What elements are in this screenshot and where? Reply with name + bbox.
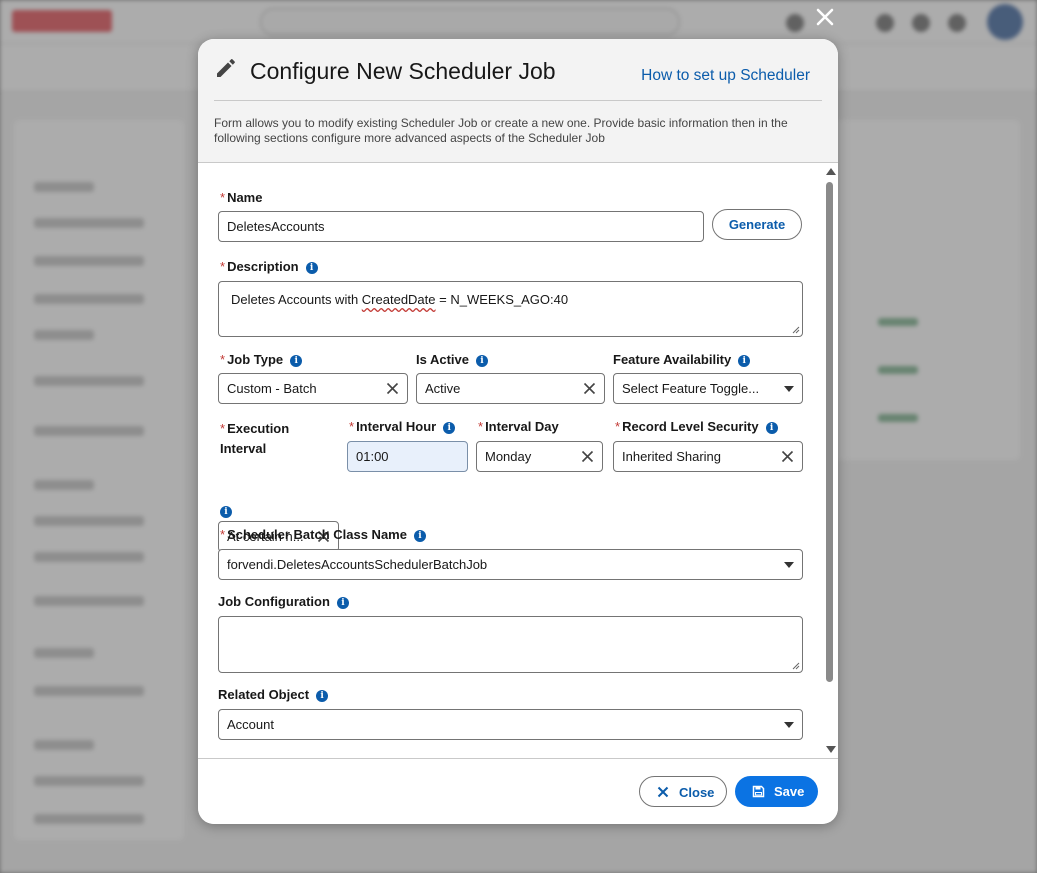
modal-body: * Name DeletesAccounts Generate * Descript… xyxy=(198,164,838,758)
header-divider xyxy=(214,100,822,101)
related-object-label: Related Object i xyxy=(218,687,329,702)
record-level-security-label: * Record Level Security i xyxy=(615,419,778,434)
scroll-down-icon[interactable] xyxy=(826,746,836,753)
info-icon[interactable]: i xyxy=(765,422,778,434)
close-icon xyxy=(657,786,669,798)
clear-icon[interactable] xyxy=(583,382,596,395)
clear-icon[interactable] xyxy=(581,450,594,463)
dismiss-modal-icon[interactable] xyxy=(813,6,837,30)
feature-availability-label: Feature Availability i xyxy=(613,352,751,367)
record-level-security-combobox[interactable]: Inherited Sharing xyxy=(613,441,803,472)
scroll-up-icon[interactable] xyxy=(826,168,836,175)
resize-handle-icon[interactable] xyxy=(792,326,800,334)
related-object-select[interactable]: Account xyxy=(218,709,803,740)
scrollbar-thumb[interactable] xyxy=(826,182,833,682)
interval-day-label: * Interval Day xyxy=(478,419,559,434)
execution-interval-label: * Execution Interval xyxy=(220,421,290,456)
description-textarea[interactable]: Deletes Accounts with CreatedDate = N_WE… xyxy=(218,281,803,337)
info-icon[interactable]: i xyxy=(413,530,426,542)
interval-hour-input[interactable]: 01:00 xyxy=(347,441,468,472)
scheduler-job-modal: Configure New Scheduler Job How to set u… xyxy=(198,39,838,824)
chevron-down-icon[interactable] xyxy=(784,386,794,392)
info-icon[interactable]: i xyxy=(336,597,349,609)
batch-class-label: * Scheduler Batch Class Name i xyxy=(220,527,426,542)
save-icon xyxy=(752,785,765,798)
info-icon[interactable]: i xyxy=(220,506,232,518)
pencil-icon xyxy=(217,59,235,77)
clear-icon[interactable] xyxy=(386,382,399,395)
info-icon[interactable]: i xyxy=(476,355,488,367)
help-link[interactable]: How to set up Scheduler xyxy=(641,67,810,85)
job-type-label: * Job Type i xyxy=(220,352,303,367)
job-configuration-label: Job Configuration i xyxy=(218,594,349,609)
is-active-combobox[interactable]: Active xyxy=(416,373,605,404)
modal-title: Configure New Scheduler Job xyxy=(250,58,556,84)
scrollbar[interactable] xyxy=(824,164,836,758)
job-configuration-textarea[interactable] xyxy=(218,616,803,673)
resize-handle-icon[interactable] xyxy=(792,662,800,670)
batch-class-select[interactable]: forvendi.DeletesAccountsSchedulerBatchJo… xyxy=(218,549,803,580)
modal-description: Form allows you to modify existing Sched… xyxy=(214,116,788,145)
feature-availability-select[interactable]: Select Feature Toggle... xyxy=(613,373,803,404)
clear-icon[interactable] xyxy=(781,450,794,463)
chevron-down-icon[interactable] xyxy=(784,562,794,568)
interval-hour-label: * Interval Hour i xyxy=(349,419,456,434)
info-icon[interactable]: i xyxy=(316,690,329,702)
modal-footer: Close Save xyxy=(198,758,838,824)
is-active-label: Is Active i xyxy=(416,352,488,367)
save-button[interactable]: Save xyxy=(735,776,818,807)
info-icon[interactable]: i xyxy=(305,262,318,274)
modal-header: Configure New Scheduler Job How to set u… xyxy=(198,39,838,163)
info-icon[interactable]: i xyxy=(443,422,456,434)
info-icon[interactable]: i xyxy=(738,355,751,367)
info-icon[interactable]: i xyxy=(290,355,303,367)
name-input[interactable]: DeletesAccounts xyxy=(218,211,704,242)
generate-button[interactable]: Generate xyxy=(712,209,802,240)
close-button[interactable]: Close xyxy=(639,776,727,807)
job-type-combobox[interactable]: Custom - Batch xyxy=(218,373,408,404)
chevron-down-icon[interactable] xyxy=(784,722,794,728)
interval-day-combobox[interactable]: Monday xyxy=(476,441,603,472)
description-label: * Description i xyxy=(220,259,318,274)
name-label: * Name xyxy=(220,190,263,205)
